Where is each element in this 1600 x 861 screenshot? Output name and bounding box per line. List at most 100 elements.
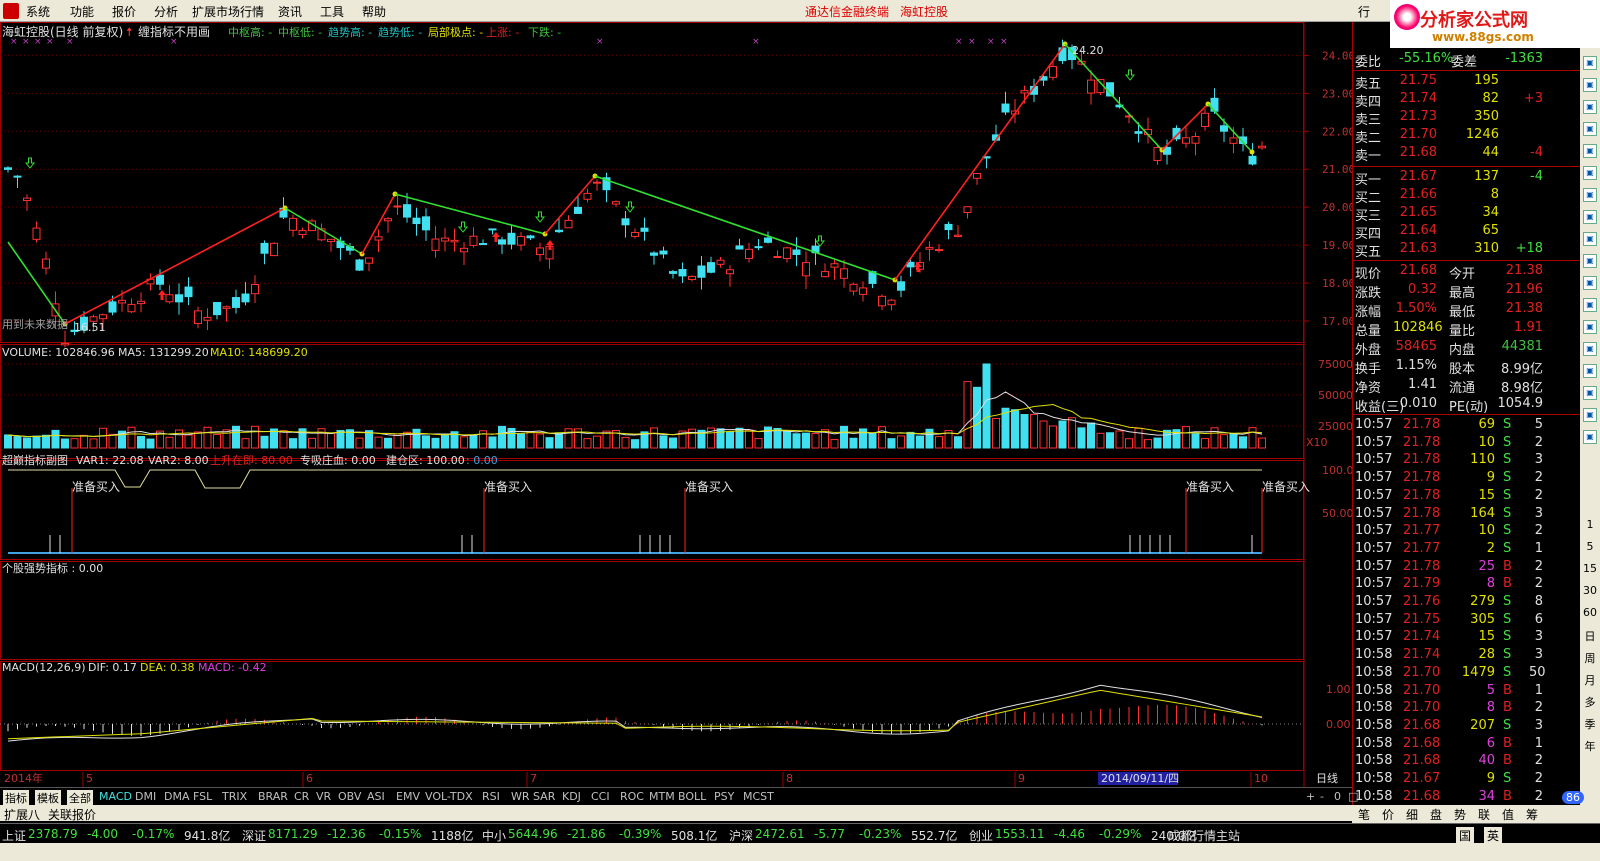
indicator-tab[interactable]: KDJ bbox=[562, 790, 581, 803]
menu-system[interactable]: 系统 bbox=[26, 3, 50, 20]
detail-tab[interactable]: 联 bbox=[1478, 806, 1490, 823]
detail-tab[interactable]: 势 bbox=[1454, 806, 1466, 823]
ime-button[interactable]: 国 bbox=[1456, 827, 1475, 844]
detail-tab[interactable]: 价 bbox=[1382, 806, 1394, 823]
toolbar-button-icon[interactable]: ▣ bbox=[1583, 210, 1597, 224]
indicator-tab[interactable]: BRAR bbox=[258, 790, 288, 803]
toolbar-button-icon[interactable]: ▣ bbox=[1583, 188, 1597, 202]
indicator-tab[interactable]: 模板 bbox=[35, 790, 61, 806]
notification-badge[interactable]: 86 bbox=[1562, 791, 1584, 804]
zoom-control[interactable]: □ bbox=[1348, 790, 1358, 803]
menu-extended-market[interactable]: 扩展市场行情 bbox=[192, 3, 264, 20]
toolbar-button-icon[interactable]: ▣ bbox=[1583, 56, 1597, 70]
zoom-control[interactable]: 0 bbox=[1334, 790, 1341, 803]
indicator-tab[interactable]: ASI bbox=[367, 790, 385, 803]
indicator-tab[interactable]: FSL bbox=[193, 790, 212, 803]
indicator-tab[interactable]: BOLL bbox=[678, 790, 706, 803]
zigzag-stroke bbox=[894, 43, 1066, 281]
period-button[interactable]: 周 bbox=[1583, 650, 1597, 666]
indicator-tab[interactable]: SAR bbox=[533, 790, 555, 803]
indicator-tab[interactable]: MTM bbox=[649, 790, 675, 803]
tab-related-quote[interactable]: 关联报价 bbox=[48, 806, 96, 823]
indicator-tab[interactable]: WR bbox=[511, 790, 530, 803]
period-button[interactable]: 季 bbox=[1583, 716, 1597, 732]
tab-extension-8[interactable]: 扩展八 bbox=[4, 806, 40, 823]
period-button[interactable]: 年 bbox=[1583, 738, 1597, 754]
menu-analysis[interactable]: 分析 bbox=[154, 3, 178, 20]
indicator-tab[interactable]: 全部 bbox=[67, 790, 93, 806]
indicator-tab[interactable]: MCST bbox=[743, 790, 774, 803]
zoom-control[interactable]: - bbox=[1320, 790, 1324, 803]
detail-tab[interactable]: 盘 bbox=[1430, 806, 1442, 823]
detail-tab[interactable]: 笔 bbox=[1358, 806, 1370, 823]
toolbar-button-icon[interactable]: ▣ bbox=[1583, 364, 1597, 378]
toolbar-button-icon[interactable]: ▣ bbox=[1583, 276, 1597, 290]
menu-quote[interactable]: 报价 bbox=[112, 3, 136, 20]
quote-cell: 350 bbox=[1474, 109, 1499, 124]
ime-button[interactable]: 英 bbox=[1484, 827, 1503, 844]
quote-cell: 21.96 bbox=[1505, 282, 1543, 297]
indicator-tab[interactable]: MACD bbox=[99, 790, 132, 803]
menu-help[interactable]: 帮助 bbox=[362, 3, 386, 20]
period-button[interactable]: 30 bbox=[1583, 584, 1597, 597]
candle-body bbox=[137, 300, 145, 305]
period-button[interactable]: 5 bbox=[1583, 540, 1597, 553]
price-axis-label: 22.00 bbox=[1322, 125, 1352, 138]
quote-cell: 量比 bbox=[1449, 324, 1476, 339]
quote-cell: 21.63 bbox=[1399, 241, 1437, 256]
menu-news[interactable]: 资讯 bbox=[278, 3, 302, 20]
quote-cell: B bbox=[1503, 735, 1512, 751]
indicator-tab[interactable]: EMV bbox=[396, 790, 420, 803]
period-button[interactable]: 月 bbox=[1583, 672, 1597, 688]
detail-tab[interactable]: 细 bbox=[1406, 806, 1418, 823]
buy-signal-label: 准备买入 bbox=[1262, 480, 1310, 494]
toolbar-button-icon[interactable]: ▣ bbox=[1583, 386, 1597, 400]
quote-cell: S bbox=[1503, 647, 1512, 663]
menu-function[interactable]: 功能 bbox=[70, 3, 94, 20]
toolbar-button-icon[interactable]: ▣ bbox=[1583, 298, 1597, 312]
candle-body bbox=[384, 218, 392, 222]
indicator-tab[interactable]: DMI bbox=[135, 790, 156, 803]
zoom-control[interactable]: + bbox=[1306, 790, 1315, 803]
toolbar-button-icon[interactable]: ▣ bbox=[1583, 144, 1597, 158]
detail-tab[interactable]: 筹 bbox=[1526, 806, 1538, 823]
stat-row: 涨幅 1.50% 最低 21.38 bbox=[1353, 300, 1581, 320]
indicator-tab[interactable]: OBV bbox=[338, 790, 361, 803]
period-button[interactable]: 1 bbox=[1583, 518, 1597, 531]
toolbar-button-icon[interactable]: ▣ bbox=[1583, 232, 1597, 246]
indicator-tab[interactable]: DMA bbox=[164, 790, 190, 803]
kline-chart[interactable]: 24.00 23.00 22.00 21.00 20.00 19.00 18.00 17.00… bbox=[0, 22, 1352, 787]
period-label: 日线 bbox=[1316, 771, 1338, 785]
indicator-tab[interactable]: ROC bbox=[620, 790, 644, 803]
toolbar-button-icon[interactable]: ▣ bbox=[1583, 166, 1597, 180]
quote-tab[interactable]: 行 bbox=[1358, 3, 1370, 20]
indicator-tab[interactable]: VR bbox=[316, 790, 331, 803]
toolbar-button-icon[interactable]: ▣ bbox=[1583, 78, 1597, 92]
quote-cell: 40 bbox=[1478, 753, 1495, 769]
indicator-tab[interactable]: RSI bbox=[482, 790, 500, 803]
volume-bar bbox=[1258, 437, 1266, 449]
toolbar-button-icon[interactable]: ▣ bbox=[1583, 122, 1597, 136]
toolbar-button-icon[interactable]: ▣ bbox=[1583, 342, 1597, 356]
quote-cell: 委差 bbox=[1451, 55, 1478, 70]
indicator-tab[interactable]: 指标 bbox=[3, 790, 29, 806]
period-button[interactable]: 日 bbox=[1583, 628, 1597, 644]
toolbar-button-icon[interactable]: ▣ bbox=[1583, 430, 1597, 444]
period-button[interactable]: 60 bbox=[1583, 606, 1597, 619]
detail-tab[interactable]: 值 bbox=[1502, 806, 1514, 823]
indicator-tab[interactable]: VOL-TDX bbox=[425, 790, 473, 803]
indicator-tab[interactable]: TRIX bbox=[222, 790, 247, 803]
indicator-tab[interactable]: CCI bbox=[591, 790, 610, 803]
menu-tools[interactable]: 工具 bbox=[320, 3, 344, 20]
candle-body bbox=[659, 250, 668, 255]
indicator-tab[interactable]: PSY bbox=[714, 790, 734, 803]
toolbar-button-icon[interactable]: ▣ bbox=[1583, 100, 1597, 114]
toolbar-button-icon[interactable]: ▣ bbox=[1583, 408, 1597, 422]
period-button[interactable]: 15 bbox=[1583, 562, 1597, 575]
quote-cell: -1363 bbox=[1505, 51, 1543, 66]
toolbar-button-icon[interactable]: ▣ bbox=[1583, 254, 1597, 268]
indicator-tab[interactable]: CR bbox=[294, 790, 309, 803]
quote-cell: 10:57 bbox=[1355, 594, 1393, 609]
period-button[interactable]: 多 bbox=[1583, 694, 1597, 710]
toolbar-button-icon[interactable]: ▣ bbox=[1583, 320, 1597, 334]
